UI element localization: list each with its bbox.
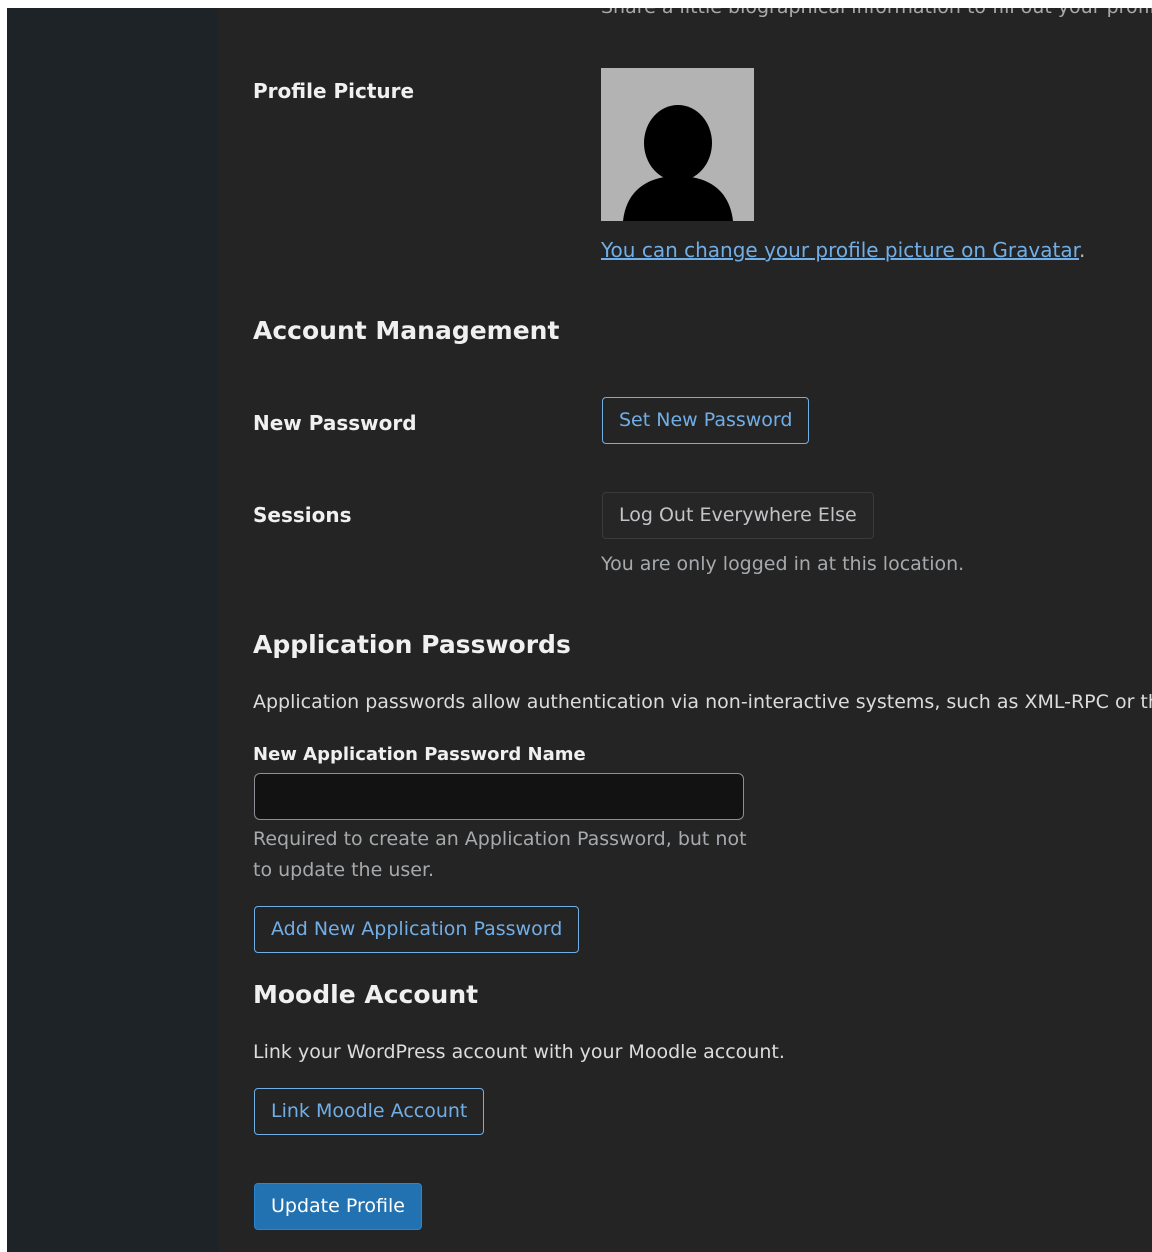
gravatar-link[interactable]: You can change your profile picture on G…	[601, 238, 1079, 262]
profile-picture-label: Profile Picture	[253, 79, 415, 103]
new-application-password-name-label: New Application Password Name	[253, 744, 586, 765]
application-password-help-line-1: Required to create an Application Passwo…	[253, 828, 747, 850]
profile-form: Share a little biographical information …	[218, 8, 1152, 1252]
log-out-everywhere-button[interactable]: Log Out Everywhere Else	[602, 492, 874, 539]
application-password-help-line-2: to update the user.	[253, 859, 435, 881]
new-application-password-name-input[interactable]	[254, 773, 744, 820]
sessions-description: You are only logged in at this location.	[601, 553, 965, 575]
admin-sidebar	[7, 8, 218, 1252]
application-passwords-description: Application passwords allow authenticati…	[253, 691, 1152, 713]
gravatar-note: You can change your profile picture on G…	[601, 238, 1085, 262]
update-profile-button[interactable]: Update Profile	[254, 1183, 422, 1230]
default-avatar-icon	[623, 105, 733, 221]
link-moodle-account-button[interactable]: Link Moodle Account	[254, 1088, 485, 1135]
moodle-account-description: Link your WordPress account with your Mo…	[253, 1041, 785, 1063]
add-new-application-password-button[interactable]: Add New Application Password	[254, 906, 580, 953]
set-new-password-button[interactable]: Set New Password	[602, 397, 810, 444]
gravatar-link-suffix: .	[1078, 238, 1086, 262]
moodle-account-title: Moodle Account	[253, 980, 479, 1009]
admin-frame: Share a little biographical information …	[7, 8, 1152, 1252]
account-management-title: Account Management	[253, 316, 560, 345]
avatar	[601, 68, 754, 221]
biographical-info-description: Share a little biographical information …	[601, 8, 1152, 18]
application-passwords-title: Application Passwords	[253, 630, 571, 659]
sessions-label: Sessions	[253, 503, 352, 527]
new-password-label: New Password	[253, 411, 417, 435]
